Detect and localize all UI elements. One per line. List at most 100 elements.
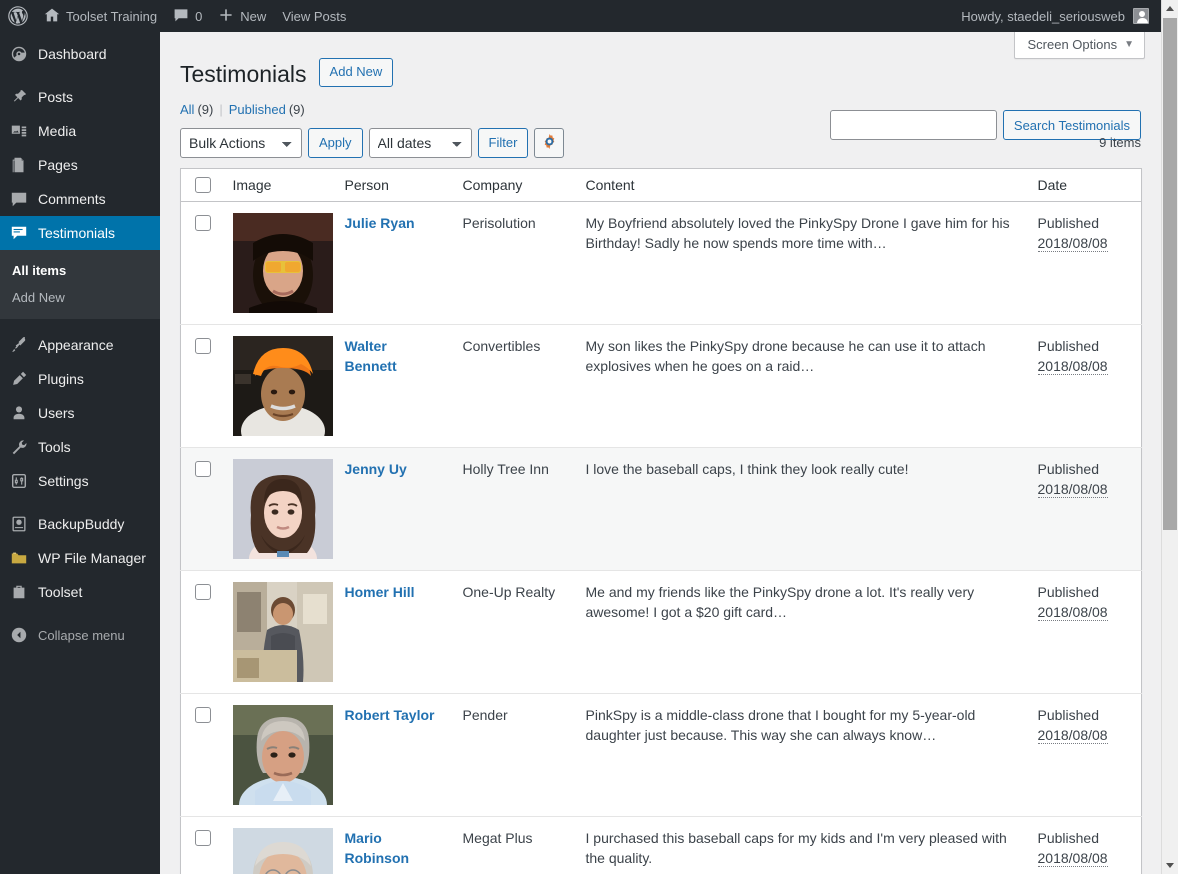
select-all-checkbox[interactable] [195, 176, 211, 193]
row-select-cell [180, 692, 223, 817]
column-header-date[interactable]: Date [1027, 168, 1142, 202]
column-header-image[interactable]: Image [222, 168, 335, 202]
post-status: Published [1037, 214, 1100, 231]
comment-bubble-icon [173, 7, 189, 26]
sidebar-item-comments[interactable]: Comments [0, 182, 160, 216]
sidebar-item-appearance[interactable]: Appearance [0, 328, 160, 362]
sidebar-item-label: Users [38, 405, 75, 421]
wordpress-logo-icon[interactable] [0, 0, 36, 32]
browser-scrollbar[interactable] [1161, 0, 1178, 874]
date-filter-select[interactable]: All dates [368, 127, 472, 158]
admin-bar-view-posts[interactable]: View Posts [274, 0, 354, 32]
filter-published-count: (9) [288, 101, 305, 117]
admin-bar-new-content[interactable]: New [210, 0, 274, 32]
person-link[interactable]: Julie Ryan [345, 215, 415, 231]
sidebar-item-wp-file-manager[interactable]: WP File Manager [0, 541, 160, 575]
row-checkbox[interactable] [195, 214, 211, 231]
row-select-cell [180, 323, 223, 448]
table-row: Jenny Uy Holly Tree Inn I love the baseb… [180, 446, 1142, 571]
filter-published-label[interactable]: Published [229, 102, 286, 117]
row-image-cell [222, 446, 335, 571]
sidebar-item-label: Tools [38, 439, 71, 455]
testimonial-thumbnail[interactable] [232, 581, 333, 682]
scrollbar-thumb[interactable] [1163, 18, 1177, 530]
row-checkbox[interactable] [195, 460, 211, 477]
row-date-cell: Published 2018/08/08 [1027, 815, 1142, 874]
person-link[interactable]: Walter Bennett [345, 338, 397, 374]
post-date: 2018/08/08 [1037, 481, 1108, 499]
testimonial-thumbnail[interactable] [232, 458, 333, 559]
row-company-cell: Perisolution [462, 214, 536, 231]
post-date: 2018/08/08 [1037, 235, 1108, 253]
person-link[interactable]: Mario Robinson [345, 830, 410, 866]
row-select-cell [180, 569, 223, 694]
sidebar-subitem-all-items[interactable]: All items [0, 257, 160, 284]
page-wrap: Testimonials Add New All (9) | Published… [160, 32, 1161, 874]
sidebar-item-media[interactable]: Media [0, 114, 160, 148]
filter-link-published[interactable]: Published (9) [229, 102, 305, 117]
view-posts-label: View Posts [282, 8, 347, 24]
person-link[interactable]: Homer Hill [345, 584, 415, 600]
sidebar-item-testimonials[interactable]: Testimonials [0, 216, 168, 250]
testimonial-thumbnail[interactable] [232, 212, 333, 313]
sidebar-item-toolset[interactable]: Toolset [0, 575, 160, 609]
column-header-company: Company [452, 168, 576, 202]
sidebar-divider [0, 71, 160, 80]
add-new-button[interactable]: Add New [318, 57, 394, 88]
sidebar-item-users[interactable]: Users [0, 396, 160, 430]
post-date: 2018/08/08 [1037, 358, 1108, 376]
testimonial-thumbnail[interactable] [232, 704, 333, 805]
sidebar-item-backupbuddy[interactable]: BackupBuddy [0, 507, 160, 541]
sidebar-item-pages[interactable]: Pages [0, 148, 160, 182]
sidebar-item-posts[interactable]: Posts [0, 80, 160, 114]
sidebar-divider [0, 498, 160, 507]
testimonial-thumbnail[interactable] [232, 827, 333, 874]
wrench-icon [9, 437, 29, 457]
new-label: New [240, 8, 267, 24]
media-icon [9, 121, 29, 141]
scrollbar-down-arrow-icon[interactable] [1162, 857, 1178, 874]
howdy-label: Howdy, staedeli_seriousweb [961, 8, 1125, 24]
row-image-cell [223, 201, 335, 324]
person-link[interactable]: Jenny Uy [345, 461, 407, 477]
column-header-person[interactable]: Person [334, 168, 453, 202]
filter-button[interactable]: Filter [477, 127, 529, 158]
table-header-row: Image Person Company Content Date [180, 168, 1142, 202]
row-content-cell: My Boyfriend absolutely loved the PinkyS… [585, 214, 1010, 252]
admin-bar-comments[interactable]: 0 [165, 0, 210, 32]
sidebar-item-tools[interactable]: Tools [0, 430, 160, 464]
sidebar-item-plugins[interactable]: Plugins [0, 362, 160, 396]
testimonial-thumbnail[interactable] [232, 335, 333, 436]
row-checkbox[interactable] [195, 829, 211, 846]
select-all-column [180, 168, 223, 202]
row-checkbox[interactable] [195, 583, 211, 600]
scrollbar-up-arrow-icon[interactable] [1162, 0, 1178, 17]
person-link[interactable]: Robert Taylor [345, 707, 435, 723]
toolset-settings-button[interactable] [534, 127, 565, 158]
row-content-cell: My son likes the PinkySpy drone because … [575, 323, 1028, 448]
filter-link-all[interactable]: All (9) [180, 102, 213, 117]
sidebar-subitem-add-new[interactable]: Add New [0, 284, 160, 311]
sidebar-item-label: Appearance [38, 337, 114, 353]
filter-all-count: (9) [197, 101, 214, 117]
row-content-cell: I purchased this baseball caps for my ki… [575, 815, 1028, 874]
bulk-actions-select[interactable]: Bulk Actions [180, 127, 302, 158]
admin-bar-site-name[interactable]: Toolset Training [36, 0, 165, 32]
row-content-cell: I love the baseball caps, I think they l… [575, 446, 1028, 571]
row-checkbox[interactable] [195, 706, 211, 723]
filter-all-label[interactable]: All [180, 102, 194, 117]
sidebar-item-label: Testimonials [38, 225, 116, 241]
screen-options-button[interactable]: Screen Options ▼ [1014, 32, 1145, 59]
user-icon [9, 403, 29, 423]
admin-bar-my-account[interactable]: Howdy, staedeli_seriousweb [961, 0, 1161, 32]
table-body: Julie Ryan Perisolution My Boyfriend abs… [180, 201, 1142, 874]
main-content-area: Screen Options ▼ Testimonials Add New Al… [160, 32, 1161, 874]
sidebar-item-settings[interactable]: Settings [0, 464, 160, 498]
apply-button[interactable]: Apply [308, 127, 363, 158]
row-checkbox[interactable] [195, 337, 211, 354]
sidebar-item-label: Plugins [38, 371, 84, 387]
row-select-cell [181, 201, 223, 324]
sidebar-item-dashboard[interactable]: Dashboard [0, 37, 160, 71]
collapse-menu-button[interactable]: Collapse menu [0, 618, 160, 652]
row-company-cell: Convertibles [452, 323, 576, 448]
